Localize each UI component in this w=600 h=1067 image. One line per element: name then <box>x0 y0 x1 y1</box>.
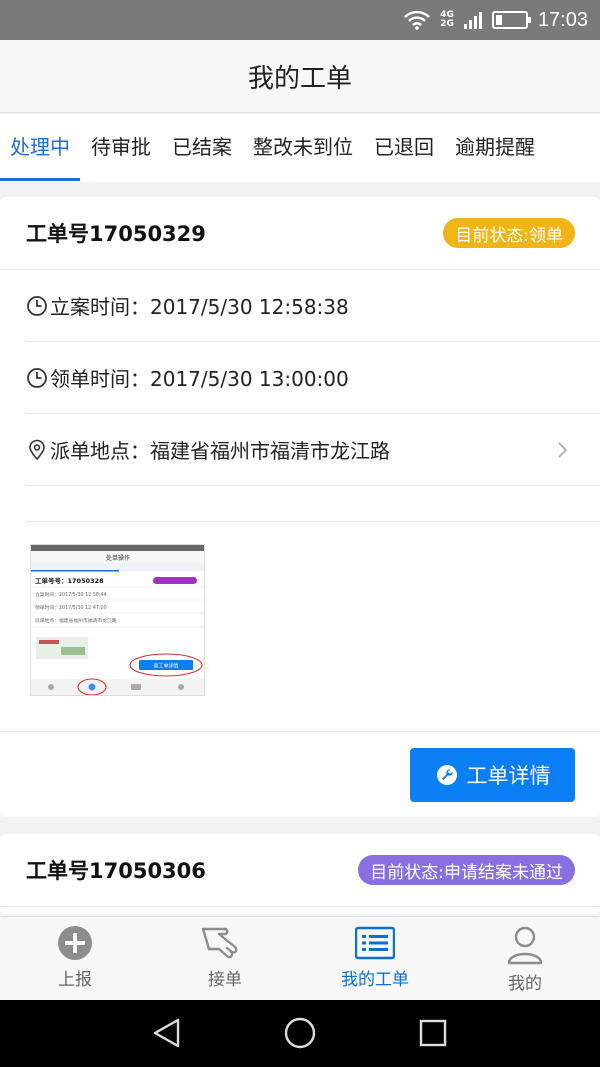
order-number: 工单号17050306 <box>26 859 206 883</box>
status-badge: 目前状态:申请结案未通过 <box>358 855 575 885</box>
location-pin-icon <box>29 439 45 460</box>
network-type: 4G 2G <box>440 11 454 29</box>
clock-icon <box>27 367 47 388</box>
thumb-line-1: 立案时间：2017/5/30 12:58:44 <box>35 591 107 598</box>
thumb-line-3: 派单地点：福建省福州市福清市龙江路 <box>35 617 117 624</box>
card-actions: 工单详情 <box>0 732 600 818</box>
tab-closed[interactable]: 已结案 <box>172 114 232 182</box>
attachment-thumbnail[interactable]: 处单操作 工单号号：17050328 立案时间：2017/5/30 12:58:… <box>30 544 205 696</box>
order-details-button[interactable]: 工单详情 <box>410 748 575 802</box>
tab-rectification-incomplete[interactable]: 整改未到位 <box>253 114 353 182</box>
tab-overdue-reminder[interactable]: 逾期提醒 <box>455 114 535 182</box>
card-header: 工单号17050306 目前状态:申请结案未通过 <box>0 834 600 907</box>
thumb-order: 工单号号：17050328 <box>35 576 104 585</box>
nav-report[interactable]: 上报 <box>0 917 150 1000</box>
tab-returned[interactable]: 已退回 <box>374 114 434 182</box>
spacer-row <box>26 486 600 522</box>
work-order-card[interactable]: 工单号17050329 目前状态:领单 立案时间：2017/5/30 12:58… <box>0 197 600 817</box>
clock-icon <box>27 295 47 316</box>
recents-icon[interactable] <box>419 1019 447 1047</box>
status-bar: 4G 2G 17:03 <box>0 0 600 40</box>
tab-active-indicator <box>0 178 80 181</box>
nav-accept-label: 接单 <box>208 970 242 990</box>
status-badge: 目前状态:领单 <box>443 218 575 248</box>
tab-bar: 处理中 待审批 已结案 整改未到位 已退回 逾期提醒 <box>0 114 600 182</box>
chevron-right-icon <box>558 442 568 458</box>
location-row[interactable]: 派单地点：福建省福州市福清市龙江路 <box>26 414 600 486</box>
nav-my-orders-label: 我的工单 <box>341 970 409 990</box>
work-order-card[interactable]: 工单号17050306 目前状态:申请结案未通过 <box>0 834 600 914</box>
claimed-time-row: 领单时间：2017/5/30 13:00:00 <box>26 342 600 414</box>
order-number: 工单号17050329 <box>26 222 206 246</box>
app-header: 我的工单 <box>0 40 600 113</box>
thumb-line-2: 领单时间：2017/5/30 12:47:00 <box>35 604 107 611</box>
claimed-time: 领单时间：2017/5/30 13:00:00 <box>50 367 349 391</box>
system-navigation-bar <box>0 1000 600 1067</box>
nav-accept[interactable]: 接单 <box>150 917 300 1000</box>
filed-time-row: 立案时间：2017/5/30 12:58:38 <box>26 270 600 342</box>
tab-pending-approval[interactable]: 待审批 <box>91 114 151 182</box>
screen: 4G 2G 17:03 我的工单 处理中 待审批 已结案 整改未到位 已退回 逾… <box>0 0 600 1067</box>
order-details-label: 工单详情 <box>466 764 551 788</box>
network-type-bottom: 2G <box>440 19 454 29</box>
back-icon[interactable] <box>153 1018 180 1048</box>
battery-icon <box>491 11 531 29</box>
nav-profile-label: 我的 <box>508 974 542 994</box>
bottom-navigation: 上报 接单 我的工单 我的 <box>0 916 600 1000</box>
user-icon <box>507 926 543 965</box>
list-icon <box>355 926 395 960</box>
wrench-icon <box>436 765 457 785</box>
hand-icon <box>201 927 238 959</box>
clock: 17:03 <box>537 8 588 31</box>
nav-profile[interactable]: 我的 <box>450 917 600 1000</box>
wifi-icon <box>404 10 431 30</box>
nav-my-orders[interactable]: 我的工单 <box>300 917 450 1000</box>
filed-time: 立案时间：2017/5/30 12:58:38 <box>50 295 349 319</box>
attachment-area: 处单操作 工单号号：17050328 立案时间：2017/5/30 12:58:… <box>0 522 600 732</box>
page-title: 我的工单 <box>247 63 352 94</box>
plus-circle-icon <box>58 926 92 960</box>
signal-icon <box>463 12 482 29</box>
card-header: 工单号17050329 目前状态:领单 <box>0 197 600 270</box>
home-icon[interactable] <box>284 1017 316 1049</box>
system-nav-buttons <box>153 1017 447 1049</box>
thumb-button: 查工单详情 <box>153 663 178 670</box>
nav-report-label: 上报 <box>58 970 92 990</box>
thumb-title: 处单操作 <box>106 554 130 562</box>
thumbnail-image: 处单操作 工单号号：17050328 立案时间：2017/5/30 12:58:… <box>31 545 204 695</box>
tab-processing[interactable]: 处理中 <box>10 114 70 182</box>
dispatch-location: 派单地点：福建省福州市福清市龙江路 <box>50 439 390 463</box>
